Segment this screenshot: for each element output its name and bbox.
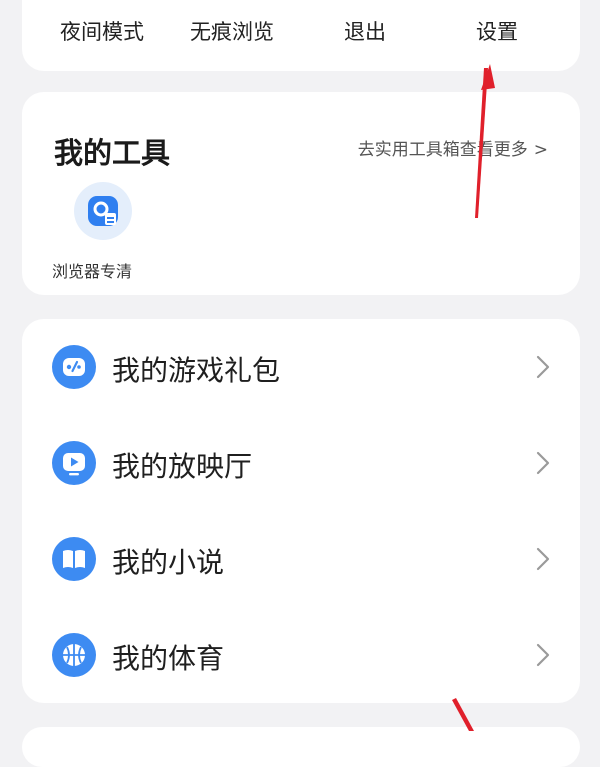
list-item-label: 我的小说: [112, 546, 225, 579]
my-list-card: 我的游戏礼包 我的放映厅 我的小说 我的体育: [22, 319, 580, 703]
tool-browser-cleaner[interactable]: 浏览器专清: [52, 180, 162, 281]
basketball-icon: [52, 633, 96, 677]
open-book-icon: [52, 537, 96, 581]
incognito-button[interactable]: 无痕浏览: [190, 16, 274, 46]
list-item-label: 我的体育: [112, 642, 225, 675]
chevron-right-icon: [536, 547, 550, 571]
browser-cleaner-icon: [74, 182, 132, 240]
my-tools-card: 我的工具 去实用工具箱查看更多 > 浏览器专清: [22, 92, 580, 295]
list-item-label: 我的放映厅: [112, 450, 253, 483]
next-card: [22, 727, 580, 767]
list-item-screening-hall[interactable]: 我的放映厅: [22, 415, 580, 511]
settings-button[interactable]: 设置: [476, 16, 518, 46]
tools-more-link[interactable]: 去实用工具箱查看更多 >: [358, 135, 548, 160]
chevron-right-icon: [536, 355, 550, 379]
tool-browser-cleaner-label: 浏览器专清: [52, 262, 133, 281]
chevron-right-icon: [536, 643, 550, 667]
game-controller-icon: [52, 345, 96, 389]
chevron-right-icon: >: [533, 140, 548, 160]
tools-more-label: 去实用工具箱查看更多: [357, 140, 528, 160]
quick-menu-card: 夜间模式 无痕浏览 退出 设置: [22, 0, 580, 71]
play-screen-icon: [52, 441, 96, 485]
night-mode-button[interactable]: 夜间模式: [60, 16, 144, 46]
list-item-novels[interactable]: 我的小说: [22, 511, 580, 607]
list-item-label: 我的游戏礼包: [112, 354, 281, 387]
list-item-game-gifts[interactable]: 我的游戏礼包: [22, 319, 580, 415]
list-item-sports[interactable]: 我的体育: [22, 607, 580, 703]
exit-button[interactable]: 退出: [344, 16, 386, 46]
tools-title: 我的工具: [54, 136, 171, 170]
chevron-right-icon: [536, 451, 550, 475]
